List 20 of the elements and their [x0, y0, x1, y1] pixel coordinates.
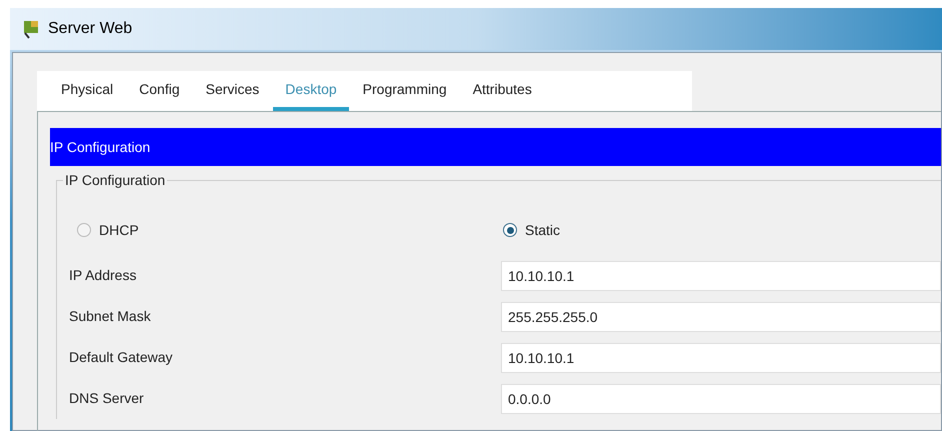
tab[interactable]: Physical — [49, 71, 126, 111]
window-title: Server Web — [48, 19, 132, 39]
input-field[interactable]: 255.255.255.0 — [501, 302, 941, 332]
radio-option[interactable]: Static — [503, 220, 560, 240]
field-label: DNS Server — [68, 389, 145, 408]
input-field[interactable]: 0.0.0.0 — [501, 384, 941, 414]
input-field[interactable]: 10.10.10.1 — [501, 342, 941, 372]
radio-option[interactable]: DHCP — [63, 220, 503, 240]
tab[interactable]: Services — [194, 71, 272, 111]
tab[interactable]: Programming — [350, 71, 459, 111]
tab[interactable]: Attributes — [460, 71, 544, 111]
tab[interactable]: Config — [127, 71, 192, 111]
panel-title-bar: IP Configuration — [50, 128, 941, 166]
field-label: Default Gateway — [68, 348, 174, 367]
tab[interactable]: Desktop — [273, 71, 349, 111]
radio-button[interactable] — [77, 223, 91, 237]
input-field[interactable]: 10.10.10.1 — [501, 260, 941, 290]
field-label: Subnet Mask — [68, 307, 152, 326]
field-label: IP Address — [68, 266, 138, 285]
radio-button[interactable] — [503, 223, 517, 237]
